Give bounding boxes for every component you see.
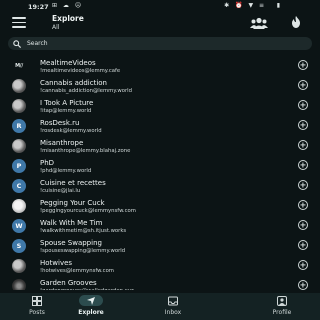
community-avatar <box>12 259 26 273</box>
community-handle: !rosdesk@lemmy.world <box>40 127 102 134</box>
community-handle: !hotwives@lemmynsfw.com <box>40 267 114 274</box>
community-avatar <box>12 279 26 290</box>
community-avatar: M// <box>15 63 23 69</box>
nav-inbox-label: Inbox <box>164 309 182 316</box>
community-row[interactable]: Hotwives !hotwives@lemmynsfw.com <box>0 256 320 276</box>
community-name: Cannabis addiction <box>40 78 107 87</box>
community-row[interactable]: Pegging Your Cuck !peggingyourcuck@lemmyn… <box>0 196 320 216</box>
community-row[interactable]: Garden Grooves!gardengrooves@walledgarde… <box>0 276 320 290</box>
community-row[interactable]: Misanthrope !misanthrope@lemmy.blahaj.zon… <box>0 136 320 156</box>
subscribe-plus-icon[interactable] <box>298 260 308 270</box>
subscribe-plus-icon[interactable] <box>298 120 308 130</box>
community-avatar <box>12 99 26 113</box>
community-handle: !cuisine@jlai.lu <box>40 187 81 194</box>
community-list: M// MealtimeVideos !mealtimevideos@lemmy.c… <box>0 56 320 290</box>
subscribe-plus-icon[interactable] <box>298 140 308 150</box>
profile-icon <box>277 296 287 306</box>
community-row[interactable]: I Took A Picture !itap@lemmy.world <box>0 96 320 116</box>
community-row[interactable]: R RosDesk.ru !rosdesk@lemmy.world <box>0 116 320 136</box>
listing-type-label[interactable]: All <box>52 24 59 31</box>
search-bar[interactable] <box>8 37 312 50</box>
community-name: Cuisine et recettes <box>40 178 106 187</box>
community-name: MealtimeVideos <box>40 58 96 67</box>
subscribe-plus-icon[interactable] <box>298 280 308 290</box>
community-row[interactable]: Cannabis addiction !cannabis_addiction@le… <box>0 76 320 96</box>
subscribe-plus-icon[interactable] <box>298 80 308 90</box>
system-status-icons: ✱ ⏰ ▼ ≡ <box>224 2 266 9</box>
search-input[interactable] <box>27 38 297 49</box>
community-name: Misanthrope <box>40 138 84 147</box>
nav-explore-label: Explore <box>78 309 104 316</box>
status-time: 19:27 <box>28 3 49 11</box>
community-handle: !peggingyourcuck@lemmynsfw.com <box>40 207 136 214</box>
community-row[interactable]: C Cuisine et recettes !cuisine@jlai.lu <box>0 176 320 196</box>
community-name: I Took A Picture <box>40 98 94 107</box>
community-handle: !phd@lemmy.world <box>40 167 92 174</box>
subscribe-plus-icon[interactable] <box>298 200 308 210</box>
nav-inbox[interactable]: Inbox <box>141 293 205 320</box>
subscribe-plus-icon[interactable] <box>298 160 308 170</box>
subscribe-plus-icon[interactable] <box>298 220 308 230</box>
community-avatar <box>12 79 26 93</box>
nav-profile[interactable]: Profile <box>250 293 314 320</box>
app-bar: Explore All <box>0 13 320 33</box>
explore-icon <box>87 297 95 305</box>
community-avatar <box>12 199 26 213</box>
community-handle: !walkwithmetim@sh.itjust.works <box>40 227 127 234</box>
status-bar: 19:27 ⊞ ☁ ☹ ✱ ⏰ ▼ ≡ ▮ <box>0 0 320 13</box>
nav-profile-label: Profile <box>272 309 292 316</box>
community-row[interactable]: P PhD !phd@lemmy.world <box>0 156 320 176</box>
page-title: Explore <box>52 14 84 23</box>
community-avatar: R <box>12 119 26 133</box>
community-name: Hotwives <box>40 258 73 267</box>
subscribe-plus-icon[interactable] <box>298 240 308 250</box>
grid-icon <box>32 296 42 306</box>
community-name: Spouse Swapping <box>40 238 102 247</box>
community-name: RosDesk.ru <box>40 118 80 127</box>
community-name: Garden Grooves <box>40 278 97 287</box>
sort-icon[interactable] <box>290 16 302 28</box>
menu-icon[interactable] <box>12 17 26 28</box>
community-avatar: P <box>12 159 26 173</box>
community-avatar: C <box>12 179 26 193</box>
notification-icons: ⊞ ☁ ☹ <box>52 2 84 9</box>
community-handle: !mealtimevideos@lemmy.cafe <box>40 67 121 74</box>
community-avatar <box>12 139 26 153</box>
subscribe-plus-icon[interactable] <box>298 100 308 110</box>
search-icon <box>13 39 21 48</box>
community-name: Pegging Your Cuck <box>40 198 105 207</box>
subscribe-plus-icon[interactable] <box>298 180 308 190</box>
community-handle: !cannabis_addiction@lemmy.world <box>40 87 132 94</box>
nav-explore[interactable]: Explore <box>59 293 123 320</box>
community-handle: !spouseswapping@lemmy.world <box>40 247 126 254</box>
community-avatar: W <box>12 219 26 233</box>
subscribe-plus-icon[interactable] <box>298 60 308 70</box>
community-handle: !itap@lemmy.world <box>40 107 92 114</box>
community-avatar: S <box>12 239 26 253</box>
inbox-icon <box>168 296 178 306</box>
community-handle: !misanthrope@lemmy.blahaj.zone <box>40 147 131 154</box>
community-row[interactable]: M// MealtimeVideos !mealtimevideos@lemmy.c… <box>0 56 320 76</box>
community-name: PhD <box>40 158 55 167</box>
bottom-navigation: Posts Explore Inbox Profile <box>0 293 320 320</box>
community-handle: !gardengrooves@walledgarden.xyz <box>40 288 134 291</box>
community-row[interactable]: W Walk With Me Tim !walkwithmetim@sh.itjus… <box>0 216 320 236</box>
group-icon[interactable] <box>250 17 268 29</box>
community-name: Walk With Me Tim <box>40 218 103 227</box>
community-row[interactable]: S Spouse Swapping !spouseswapping@lemmy.wo… <box>0 236 320 256</box>
battery-icon: ▮ <box>276 2 280 9</box>
